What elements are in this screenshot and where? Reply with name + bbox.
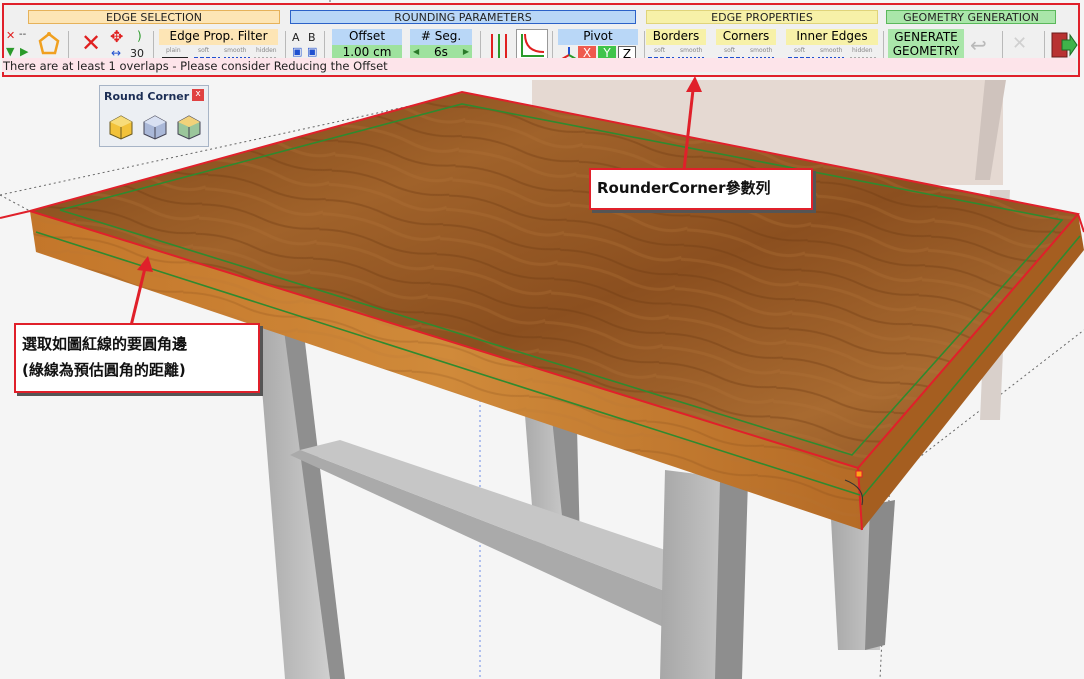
save-b-icon[interactable]: ▣ (307, 45, 317, 58)
move-icon[interactable]: ✥ (110, 27, 123, 46)
filter-option-plain[interactable]: plain (166, 47, 181, 54)
borders-label: Borders (652, 29, 700, 43)
clear-selection-icon[interactable]: ✕ (6, 29, 15, 42)
segments-increase-icon[interactable]: ▶ (463, 47, 469, 56)
edge-annotation-line1: 選取如圖紅線的要圓角邊 (22, 335, 188, 353)
inner-edges-button[interactable]: Inner Edges (786, 29, 878, 45)
offset-value: 1.00 cm (342, 45, 392, 59)
generate-line1: GENERATE (894, 30, 958, 44)
section-edge-selection: EDGE SELECTION (28, 10, 280, 24)
filter-option-soft[interactable]: soft (198, 47, 209, 54)
section-edge-properties: EDGE PROPERTIES (646, 10, 878, 24)
corners-option-soft[interactable]: soft (724, 47, 735, 54)
borders-option-smooth[interactable]: smooth (680, 47, 702, 54)
undo-icon[interactable]: ↩ (970, 33, 987, 57)
round-corner-palette: Round Corner x (99, 85, 209, 147)
palette-title: Round Corner (104, 90, 190, 103)
round-corner-icon[interactable] (108, 114, 134, 144)
minus-label: -- (19, 29, 27, 40)
save-b-label: B (308, 31, 316, 44)
segments-decrease-icon[interactable]: ◀ (413, 47, 419, 56)
edge-prop-filter-button[interactable]: Edge Prop. Filter (159, 29, 278, 45)
select-down-icon[interactable]: ▼ (6, 45, 14, 58)
borders-button[interactable]: Borders (646, 29, 706, 45)
status-message: There are at least 1 overlaps - Please c… (3, 59, 388, 73)
corners-button[interactable]: Corners (716, 29, 776, 45)
fullscreen-icon[interactable]: ✕ (1012, 33, 1027, 54)
inner-option-soft[interactable]: soft (794, 47, 805, 54)
save-a-icon[interactable]: ▣ (292, 45, 302, 58)
pivot-label-box: Pivot (558, 29, 638, 45)
inner-option-smooth[interactable]: smooth (820, 47, 842, 54)
generate-geometry-button[interactable]: GENERATE GEOMETRY (888, 29, 964, 61)
toolbar-annotation: RounderCorner參數列 (589, 168, 813, 210)
arc-icon[interactable]: ) (137, 29, 142, 43)
corners-label: Corners (722, 29, 770, 43)
segments-label-box: # Seg. (410, 29, 472, 45)
select-next-icon[interactable]: ▶ (20, 45, 28, 58)
bevel-icon[interactable] (176, 114, 202, 144)
filter-option-hidden[interactable]: hidden (256, 47, 277, 54)
borders-option-soft[interactable]: soft (654, 47, 665, 54)
pivot-label: Pivot (583, 29, 613, 43)
generate-line2: GEOMETRY (892, 44, 960, 58)
segments-label: # Seg. (420, 29, 462, 43)
edge-annotation: 選取如圖紅線的要圓角邊 (綠線為預估圓角的距離) (14, 323, 260, 393)
section-geometry-generation: GEOMETRY GENERATION (886, 10, 1056, 24)
save-a-label: A (292, 31, 300, 44)
offset-label: Offset (348, 29, 386, 43)
filter-option-smooth[interactable]: smooth (224, 47, 246, 54)
palette-close-button[interactable]: x (192, 89, 204, 101)
edge-prop-filter-label: Edge Prop. Filter (169, 29, 268, 43)
offset-label-box: Offset (332, 29, 402, 45)
corners-option-smooth[interactable]: smooth (750, 47, 772, 54)
sharp-corner-icon[interactable] (142, 114, 168, 144)
section-rounding-parameters: ROUNDING PARAMETERS (290, 10, 636, 24)
inner-option-hidden[interactable]: hidden (852, 47, 873, 54)
inner-edges-label: Inner Edges (796, 29, 868, 43)
edge-annotation-line2: (綠線為預估圓角的距離) (22, 361, 186, 379)
delete-edges-icon[interactable]: ✕ (81, 30, 101, 56)
